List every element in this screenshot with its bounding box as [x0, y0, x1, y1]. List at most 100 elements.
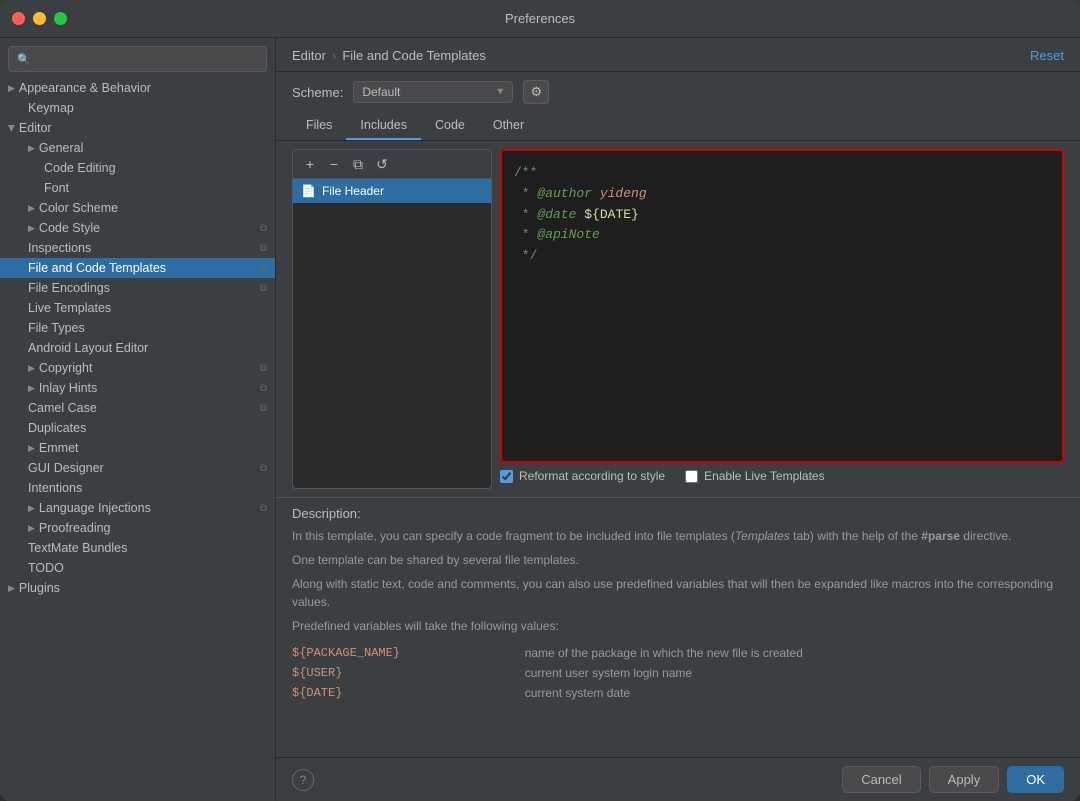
copy-icon: ⧉	[260, 403, 267, 414]
chevron-icon: ▶	[8, 83, 15, 94]
sidebar-item-file-code-templates[interactable]: File and Code Templates ⧉	[0, 258, 275, 278]
sidebar-item-label: GUI Designer	[28, 461, 104, 475]
sidebar-item-keymap[interactable]: Keymap	[0, 98, 275, 118]
add-template-button[interactable]: +	[299, 154, 321, 174]
sidebar-item-label: Duplicates	[28, 421, 86, 435]
live-templates-checkbox[interactable]	[685, 470, 698, 483]
sidebar-item-font[interactable]: Font	[0, 178, 275, 198]
sidebar-item-file-encodings[interactable]: File Encodings ⧉	[0, 278, 275, 298]
help-button[interactable]: ?	[292, 769, 314, 791]
description-title: Description:	[292, 506, 1064, 521]
footer-buttons: Cancel Apply OK	[842, 766, 1064, 793]
tab-includes[interactable]: Includes	[346, 112, 421, 140]
tab-other[interactable]: Other	[479, 112, 538, 140]
footer: ? Cancel Apply OK	[276, 757, 1080, 801]
minimize-button[interactable]	[33, 12, 46, 25]
tab-code[interactable]: Code	[421, 112, 479, 140]
tab-files[interactable]: Files	[292, 112, 346, 140]
sidebar-item-live-templates[interactable]: Live Templates	[0, 298, 275, 318]
sidebar-item-label: Intentions	[28, 481, 82, 495]
cancel-button[interactable]: Cancel	[842, 766, 920, 793]
sidebar-item-editor[interactable]: ▶ Editor	[0, 118, 275, 138]
sidebar-item-code-editing[interactable]: Code Editing	[0, 158, 275, 178]
apply-button[interactable]: Apply	[929, 766, 1000, 793]
scheme-select[interactable]: Default Project	[353, 81, 513, 103]
window-title: Preferences	[505, 11, 575, 26]
table-row: ${PACKAGE_NAME} name of the package in w…	[292, 643, 1064, 663]
copy-icon: ⧉	[260, 263, 267, 274]
template-toolbar: + − ⧉ ↺	[293, 150, 491, 179]
sidebar-item-language-injections[interactable]: ▶ Language Injections ⧉	[0, 498, 275, 518]
close-button[interactable]	[12, 12, 25, 25]
live-templates-option: Enable Live Templates	[685, 469, 825, 483]
sidebar-item-inlay-hints[interactable]: ▶ Inlay Hints ⧉	[0, 378, 275, 398]
sidebar-item-label: File Types	[28, 321, 85, 335]
variables-table: ${PACKAGE_NAME} name of the package in w…	[292, 643, 1064, 703]
copy-icon: ⧉	[260, 243, 267, 254]
description-para-1: One template can be shared by several fi…	[292, 551, 1064, 569]
reformat-checkbox[interactable]	[500, 470, 513, 483]
sidebar-item-camel-case[interactable]: Camel Case ⧉	[0, 398, 275, 418]
preferences-window: Preferences 🔍 ▶ Appearance & Behavior Ke…	[0, 0, 1080, 801]
search-icon: 🔍	[17, 53, 31, 66]
scheme-select-wrapper: Default Project ▼	[353, 81, 513, 103]
variable-name: ${PACKAGE_NAME}	[292, 643, 525, 663]
chevron-icon: ▶	[28, 523, 35, 534]
sidebar-item-general[interactable]: ▶ General	[0, 138, 275, 158]
reformat-label: Reformat according to style	[519, 469, 665, 483]
variable-desc: current user system login name	[525, 663, 1064, 683]
variable-name: ${DATE}	[292, 683, 525, 703]
sidebar-item-label: Plugins	[19, 581, 60, 595]
sidebar-item-code-style[interactable]: ▶ Code Style ⧉	[0, 218, 275, 238]
chevron-icon: ▶	[6, 125, 17, 132]
description-panel: Description: In this template, you can s…	[276, 497, 1080, 757]
search-box[interactable]: 🔍	[8, 46, 267, 72]
sidebar-item-appearance-behavior[interactable]: ▶ Appearance & Behavior	[0, 78, 275, 98]
sidebar-item-emmet[interactable]: ▶ Emmet	[0, 438, 275, 458]
sidebar-item-gui-designer[interactable]: GUI Designer ⧉	[0, 458, 275, 478]
sidebar-item-android-layout-editor[interactable]: Android Layout Editor	[0, 338, 275, 358]
sidebar-item-proofreading[interactable]: ▶ Proofreading	[0, 518, 275, 538]
sidebar-item-label: File and Code Templates	[28, 261, 166, 275]
sidebar-item-color-scheme[interactable]: ▶ Color Scheme	[0, 198, 275, 218]
remove-template-button[interactable]: −	[323, 154, 345, 174]
live-templates-label: Enable Live Templates	[704, 469, 825, 483]
code-line: * @author yideng	[514, 184, 1050, 205]
table-row: ${DATE} current system date	[292, 683, 1064, 703]
copy-icon: ⧉	[260, 223, 267, 234]
reset-button[interactable]: Reset	[1030, 48, 1064, 63]
sidebar-item-label: Keymap	[28, 101, 74, 115]
sidebar-item-intentions[interactable]: Intentions	[0, 478, 275, 498]
main-area: 🔍 ▶ Appearance & Behavior Keymap ▶ Edito…	[0, 38, 1080, 801]
sidebar-item-label: Android Layout Editor	[28, 341, 148, 355]
ok-button[interactable]: OK	[1007, 766, 1064, 793]
gear-button[interactable]: ⚙	[523, 80, 549, 104]
sidebar-item-label: Inspections	[28, 241, 91, 255]
title-bar: Preferences	[0, 0, 1080, 38]
template-item-file-header[interactable]: 📄 File Header	[293, 179, 491, 203]
copy-template-button[interactable]: ⧉	[347, 154, 369, 174]
reformat-option: Reformat according to style	[500, 469, 665, 483]
copy-icon: ⧉	[260, 503, 267, 514]
sidebar-item-label: Language Injections	[39, 501, 151, 515]
sidebar-item-inspections[interactable]: Inspections ⧉	[0, 238, 275, 258]
sidebar-item-duplicates[interactable]: Duplicates	[0, 418, 275, 438]
code-line: */	[514, 246, 1050, 267]
sidebar-item-copyright[interactable]: ▶ Copyright ⧉	[0, 358, 275, 378]
sidebar-item-textmate-bundles[interactable]: TextMate Bundles	[0, 538, 275, 558]
reset-template-button[interactable]: ↺	[371, 154, 393, 174]
sidebar-item-label: Appearance & Behavior	[19, 81, 151, 95]
code-line: * @date ${DATE}	[514, 205, 1050, 226]
search-input[interactable]	[37, 52, 258, 66]
content-header: Editor › File and Code Templates Reset	[276, 38, 1080, 72]
sidebar-item-todo[interactable]: TODO	[0, 558, 275, 578]
maximize-button[interactable]	[54, 12, 67, 25]
chevron-icon: ▶	[8, 583, 15, 594]
sidebar-item-file-types[interactable]: File Types	[0, 318, 275, 338]
content-panel: Editor › File and Code Templates Reset S…	[276, 38, 1080, 801]
sidebar: 🔍 ▶ Appearance & Behavior Keymap ▶ Edito…	[0, 38, 276, 801]
sidebar-item-plugins[interactable]: ▶ Plugins	[0, 578, 275, 598]
sidebar-item-label: Camel Case	[28, 401, 97, 415]
code-panel: /** * @author yideng * @date ${DATE} * @…	[500, 149, 1064, 489]
code-editor[interactable]: /** * @author yideng * @date ${DATE} * @…	[500, 149, 1064, 463]
